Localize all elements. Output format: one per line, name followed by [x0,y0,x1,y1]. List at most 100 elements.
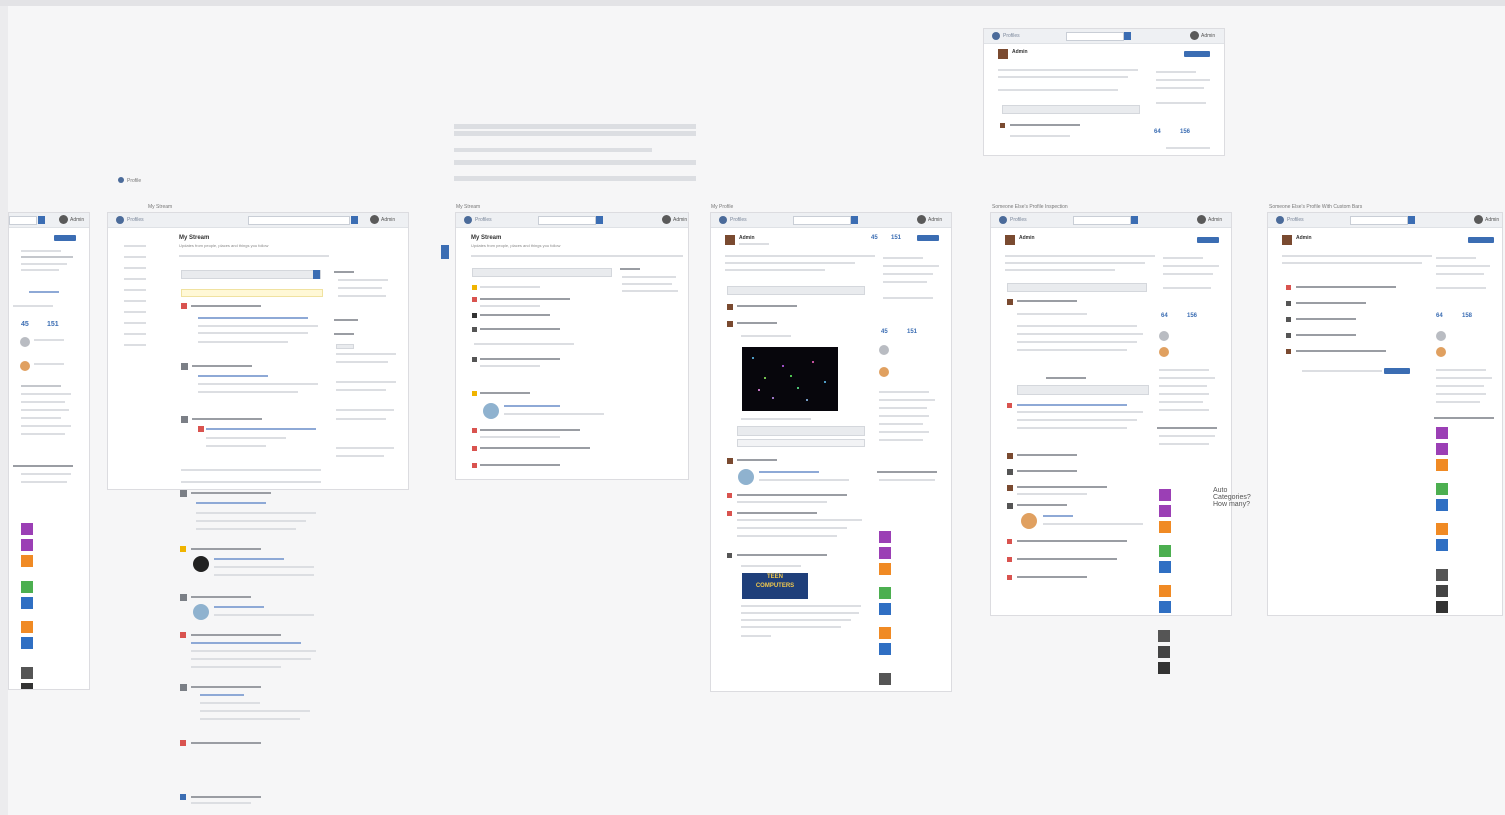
avatar-icon[interactable] [370,215,379,224]
frame-2-my-stream: Profiles Admin My Stream Updates from pe… [107,212,409,490]
notify-icon [472,446,477,451]
logo-icon [719,216,727,224]
group-avatar-icon [1436,539,1448,551]
brand-name: Profiles [1287,217,1304,223]
frame-6-custom-bars: Profiles Admin Admin 64 158 [1267,212,1503,616]
search-input[interactable] [248,216,350,225]
avatar-icon [180,594,187,601]
group-avatar-icon [1436,499,1448,511]
avatar-icon[interactable] [1190,31,1199,40]
avatar-icon [1007,453,1013,459]
group-avatar-icon [1159,585,1171,597]
group-avatar-icon [879,603,891,615]
notify-icon [1007,575,1012,580]
post-button[interactable] [313,270,320,279]
group-avatar-icon [1159,521,1171,533]
avatar-icon [1286,301,1291,306]
frame-4-title: My Profile [711,204,734,210]
status-input[interactable] [181,270,321,279]
follow-button[interactable] [1197,237,1219,243]
frame-6-title: Someone Else's Profile With Custom Bars [1269,204,1363,210]
avatar-icon[interactable] [662,215,671,224]
avatar-icon [472,313,477,318]
avatar-icon [727,458,733,464]
group-avatar-icon [879,643,891,655]
search-icon[interactable] [1124,32,1131,40]
frame-3-header: Profiles Admin [456,213,688,228]
notify-icon [472,463,477,468]
avatar-icon [1007,503,1013,509]
brand-name: Profiles [1003,33,1020,39]
status-input[interactable] [727,286,865,295]
avatar-icon [727,304,733,310]
group-avatar-icon [21,581,33,593]
comment-box[interactable] [737,426,865,436]
avatar-icon [1436,347,1446,357]
follow-button[interactable] [1184,51,1210,57]
avatar-icon [1000,123,1005,128]
following-count: 156 [1180,129,1191,135]
following-count: 151 [907,329,918,335]
person-avatar-icon [1436,569,1448,581]
group-avatar-icon [879,587,891,599]
search-input[interactable] [538,216,596,225]
search-input[interactable] [793,216,851,225]
top-divider [0,0,1505,6]
person-avatar-icon [1436,601,1448,613]
page-subtitle: Updates from people, places and things y… [471,243,561,248]
group-avatar-icon [21,621,33,633]
search-input[interactable] [9,216,37,225]
status-input[interactable] [1007,283,1147,292]
notify-icon [727,511,732,516]
status-input[interactable] [472,268,612,277]
load-more-button[interactable] [1384,368,1410,374]
avatar-icon [879,345,889,355]
avatar-icon [181,416,188,423]
avatar-icon [472,391,477,396]
frame-7-header: Profiles Admin [984,29,1224,44]
group-avatar-icon [1436,523,1448,535]
group-avatar-icon [879,547,891,559]
status-input[interactable] [1002,105,1140,114]
search-icon[interactable] [1408,216,1415,224]
frame-3-marker [441,245,449,259]
comment-input[interactable] [737,439,865,447]
notify-icon [180,632,186,638]
search-icon[interactable] [851,216,858,224]
frame-4-header: Profiles Admin [711,213,951,228]
avatar-icon[interactable] [1474,215,1483,224]
avatar-icon [1286,333,1291,338]
search-icon[interactable] [1131,216,1138,224]
search-input[interactable] [1350,216,1408,225]
group-avatar-icon [21,637,33,649]
avatar-icon[interactable] [917,215,926,224]
avatar-icon[interactable] [59,215,68,224]
search-input[interactable] [1066,32,1124,41]
follow-button[interactable] [1468,237,1494,243]
event-icon [180,546,186,552]
avatar-icon [472,357,477,362]
notify-icon [1007,557,1012,562]
search-icon[interactable] [351,216,358,224]
comment-input[interactable] [1017,385,1149,395]
group-avatar-icon [21,539,33,551]
avatar-icon [1007,299,1013,305]
avatar-icon[interactable] [1197,215,1206,224]
brand-name: Profiles [730,217,747,223]
username: Admin [928,217,943,223]
follow-button[interactable] [54,235,76,241]
edit-profile-button[interactable] [917,235,939,241]
search-icon[interactable] [38,216,45,224]
banner-line-1: TEEN [766,574,783,580]
username: Admin [70,217,85,223]
frame-5-header: Profiles Admin [991,213,1231,228]
profile-photo [1005,235,1015,245]
frame-2-title: My Stream [148,204,173,210]
followers-count: 64 [1436,313,1443,319]
person-avatar-icon [1436,585,1448,597]
profile-name: Admin [1296,235,1312,241]
search-icon[interactable] [596,216,603,224]
search-input[interactable] [1073,216,1131,225]
avatar-icon [1007,469,1013,475]
brand-name: Profiles [1010,217,1027,223]
